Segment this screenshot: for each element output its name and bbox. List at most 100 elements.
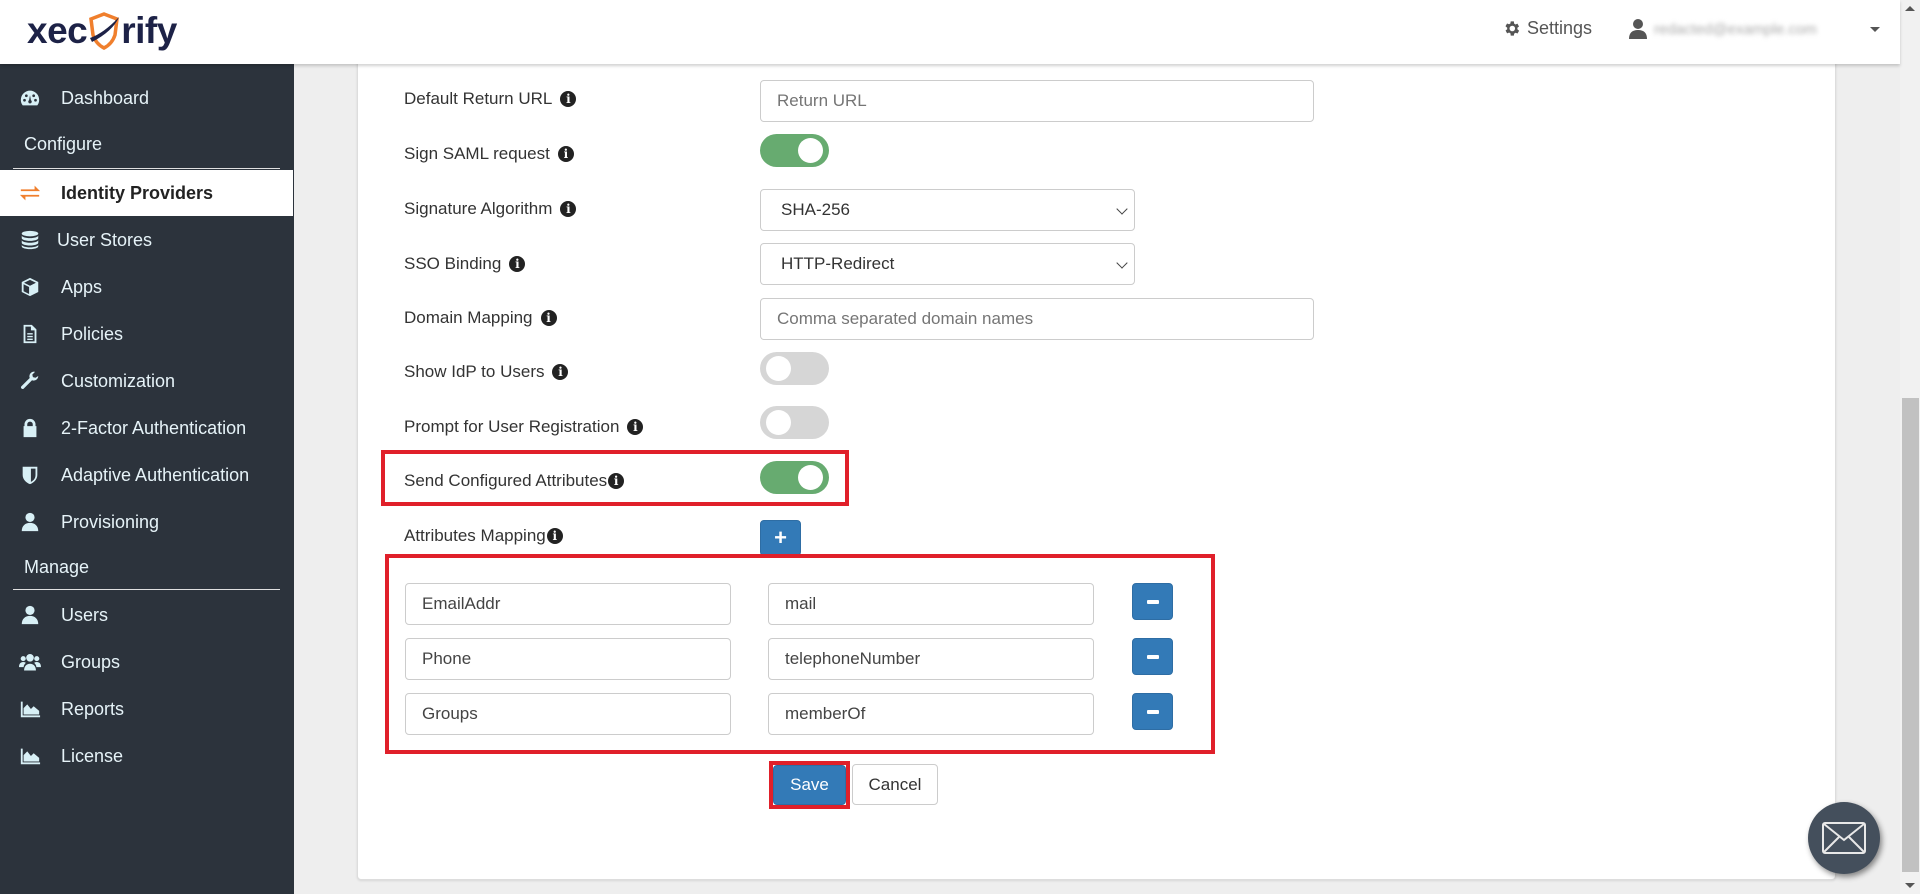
prompt-registration-toggle[interactable]	[760, 406, 829, 439]
wrench-icon	[18, 369, 42, 393]
remove-attribute-button[interactable]	[1132, 638, 1173, 675]
label-text: Sign SAML request	[404, 144, 550, 163]
sidebar-item-2fa[interactable]: 2-Factor Authentication	[0, 406, 293, 450]
sso-binding-select[interactable]: HTTP-Redirect	[760, 243, 1135, 285]
sign-saml-request-label: Sign SAML request i	[404, 144, 574, 164]
sidebar-item-policies[interactable]: Policies	[0, 312, 293, 356]
sidebar-item-license[interactable]: License	[0, 734, 293, 778]
area-chart-icon	[18, 744, 42, 768]
user-menu[interactable]: redacted@example.com	[1628, 18, 1880, 40]
section-heading-manage: Manage	[24, 557, 90, 577]
page-scrollbar[interactable]	[1900, 0, 1920, 894]
envelope-icon	[1822, 822, 1866, 854]
label-text: Send Configured Attributes	[404, 471, 608, 490]
save-label: Save	[790, 775, 829, 794]
signature-algorithm-select[interactable]: SHA-256	[760, 189, 1135, 231]
selected-value: SHA-256	[781, 200, 850, 219]
label-text: Signature Algorithm	[404, 199, 553, 218]
user-icon	[18, 510, 42, 534]
plus-icon: +	[774, 525, 787, 550]
label-text: Prompt for User Registration	[404, 417, 620, 436]
show-idp-toggle[interactable]	[760, 352, 829, 385]
sidebar-item-adaptive-auth[interactable]: Adaptive Authentication	[0, 453, 293, 497]
attributes-mapping-label: Attributes Mapping i	[404, 526, 563, 546]
sidebar-item-label: Users	[61, 604, 109, 625]
sidebar-item-dashboard[interactable]: Dashboard	[0, 76, 293, 120]
contact-support-button[interactable]	[1808, 802, 1880, 874]
sidebar-divider	[13, 168, 280, 169]
default-return-url-input[interactable]	[760, 80, 1314, 122]
sidebar-item-label: Groups	[61, 651, 121, 672]
sidebar-item-label: User Stores	[57, 229, 153, 250]
scroll-up-arrow-icon[interactable]	[1905, 6, 1915, 11]
info-icon[interactable]: i	[608, 473, 625, 489]
sidebar-item-apps[interactable]: Apps	[0, 265, 293, 309]
add-attribute-button[interactable]: +	[760, 520, 801, 556]
sidebar-item-customization[interactable]: Customization	[0, 359, 293, 403]
exchange-icon	[18, 181, 42, 205]
idp-config-card	[357, 40, 1836, 880]
settings-link[interactable]: Settings	[1502, 18, 1592, 39]
domain-mapping-input[interactable]	[760, 298, 1314, 340]
default-return-url-label: Default Return URL i	[404, 89, 577, 109]
logo-shield-icon	[89, 12, 120, 50]
toggle-knob	[766, 356, 791, 381]
send-configured-attributes-label: Send Configured Attributes i	[404, 471, 625, 491]
info-icon[interactable]: i	[560, 201, 577, 217]
database-icon	[18, 228, 42, 252]
info-icon[interactable]: i	[557, 146, 574, 162]
caret-down-icon	[1870, 26, 1880, 32]
info-icon[interactable]: i	[540, 310, 557, 326]
info-icon[interactable]: i	[546, 528, 563, 544]
area-chart-icon	[18, 697, 42, 721]
settings-label: Settings	[1527, 18, 1593, 38]
prompt-registration-label: Prompt for User Registration i	[404, 417, 644, 437]
sign-saml-request-toggle[interactable]	[760, 134, 829, 167]
sidebar-item-reports[interactable]: Reports	[0, 687, 293, 731]
remove-attribute-button[interactable]	[1132, 693, 1173, 730]
sidebar-item-label: Dashboard	[61, 87, 150, 108]
cancel-button[interactable]: Cancel	[852, 764, 938, 805]
sidebar: Dashboard Configure Identity Providers U…	[0, 64, 294, 894]
minus-icon	[1146, 599, 1159, 604]
sidebar-item-label: 2-Factor Authentication	[61, 417, 247, 438]
info-icon[interactable]: i	[627, 419, 644, 435]
attribute-value-input[interactable]	[768, 693, 1094, 735]
info-icon[interactable]: i	[509, 256, 526, 272]
users-icon	[18, 650, 42, 674]
sidebar-item-provisioning[interactable]: Provisioning	[0, 500, 293, 544]
top-header: xec rify Settings redacted@example.com	[0, 0, 1900, 64]
lock-icon	[18, 416, 42, 440]
sidebar-item-label: Apps	[61, 276, 103, 297]
send-configured-attributes-toggle[interactable]	[760, 461, 829, 494]
save-button[interactable]: Save	[773, 765, 846, 805]
sidebar-item-identity-providers[interactable]: Identity Providers	[0, 170, 293, 216]
toggle-knob	[798, 138, 823, 163]
sidebar-item-users[interactable]: Users	[0, 593, 293, 637]
remove-attribute-button[interactable]	[1132, 583, 1173, 620]
attribute-name-input[interactable]	[405, 638, 731, 680]
user-icon	[1629, 19, 1647, 39]
xecurify-logo[interactable]: xec rify	[27, 8, 177, 54]
domain-mapping-label: Domain Mapping i	[404, 308, 557, 328]
selected-value: HTTP-Redirect	[781, 254, 895, 273]
show-idp-label: Show IdP to Users i	[404, 362, 569, 382]
info-icon[interactable]: i	[560, 91, 577, 107]
label-text: Show IdP to Users	[404, 362, 545, 381]
sidebar-divider	[13, 589, 280, 590]
attribute-value-input[interactable]	[768, 638, 1094, 680]
attribute-value-input[interactable]	[768, 583, 1094, 625]
sidebar-item-label: Customization	[61, 370, 176, 391]
sidebar-item-user-stores[interactable]: User Stores	[0, 218, 293, 262]
attribute-name-input[interactable]	[405, 693, 731, 735]
sidebar-item-groups[interactable]: Groups	[0, 640, 293, 684]
sidebar-item-label: Provisioning	[61, 511, 160, 532]
scroll-down-arrow-icon[interactable]	[1905, 883, 1915, 888]
info-icon[interactable]: i	[552, 364, 569, 380]
sso-binding-label: SSO Binding i	[404, 254, 526, 274]
logo-text-right: rify	[121, 10, 177, 51]
signature-algorithm-label: Signature Algorithm i	[404, 199, 577, 219]
sidebar-item-label: License	[61, 745, 124, 766]
attribute-name-input[interactable]	[405, 583, 731, 625]
scrollbar-thumb[interactable]	[1902, 398, 1919, 872]
